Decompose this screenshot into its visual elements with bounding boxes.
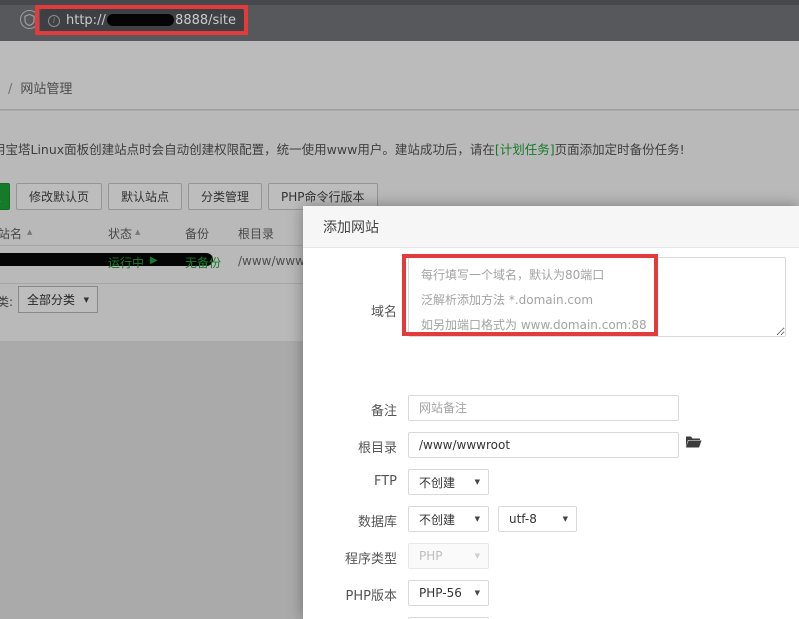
rootdir-label: 根目录 [303, 437, 397, 456]
modal-title: 添加网站 [303, 206, 799, 248]
domain-label: 域名 [303, 301, 397, 320]
chevron-down-icon: ▼ [475, 589, 480, 597]
ftp-select[interactable]: 不创建 ▼ [408, 469, 489, 495]
php-version-value: PHP-56 [419, 586, 462, 600]
database-label: 数据库 [303, 511, 397, 530]
url-path: 8888/site [175, 13, 236, 28]
database-value: 不创建 [419, 511, 455, 528]
charset-value: utf-8 [509, 512, 537, 526]
charset-select[interactable]: utf-8 ▼ [498, 506, 577, 532]
address-bar[interactable]: i http:// 8888/site [40, 8, 244, 33]
shield-icon [24, 14, 35, 26]
chevron-down-icon: ▼ [475, 515, 480, 523]
ftp-value: 不创建 [419, 474, 455, 491]
domain-textarea[interactable] [408, 257, 786, 337]
rootdir-input[interactable] [408, 432, 679, 458]
site-info-icon[interactable]: i [48, 15, 60, 27]
chevron-down-icon: ▼ [475, 478, 480, 486]
shield-extension-icon[interactable] [20, 10, 39, 29]
chevron-down-icon: ▼ [563, 515, 568, 523]
add-site-modal: 添加网站 域名 备注 根目录 FTP 不创建 ▼ 数据库 不创建 [303, 206, 799, 619]
program-type-label: 程序类型 [303, 548, 397, 567]
chevron-down-icon: ▼ [475, 552, 480, 560]
program-type-select: PHP ▼ [408, 543, 489, 569]
folder-icon [685, 434, 702, 449]
php-version-label: PHP版本 [303, 585, 397, 604]
browser-chrome: ⟩ i http:// 8888/site [0, 0, 799, 41]
note-input[interactable] [408, 395, 679, 421]
ftp-label: FTP [303, 474, 397, 489]
program-type-value: PHP [419, 549, 443, 563]
note-label: 备注 [303, 400, 397, 419]
extension-icon[interactable]: ⟩ [0, 10, 1, 28]
url-scheme: http:// [66, 13, 106, 28]
url-redaction-bar [107, 14, 174, 26]
folder-picker-button[interactable] [685, 434, 703, 450]
screen: ⟩ i http://8888/site /网站管理 用宝塔Linux面板创建站… [0, 0, 799, 619]
database-select[interactable]: 不创建 ▼ [408, 506, 489, 532]
php-version-select[interactable]: PHP-56 ▼ [408, 580, 489, 606]
